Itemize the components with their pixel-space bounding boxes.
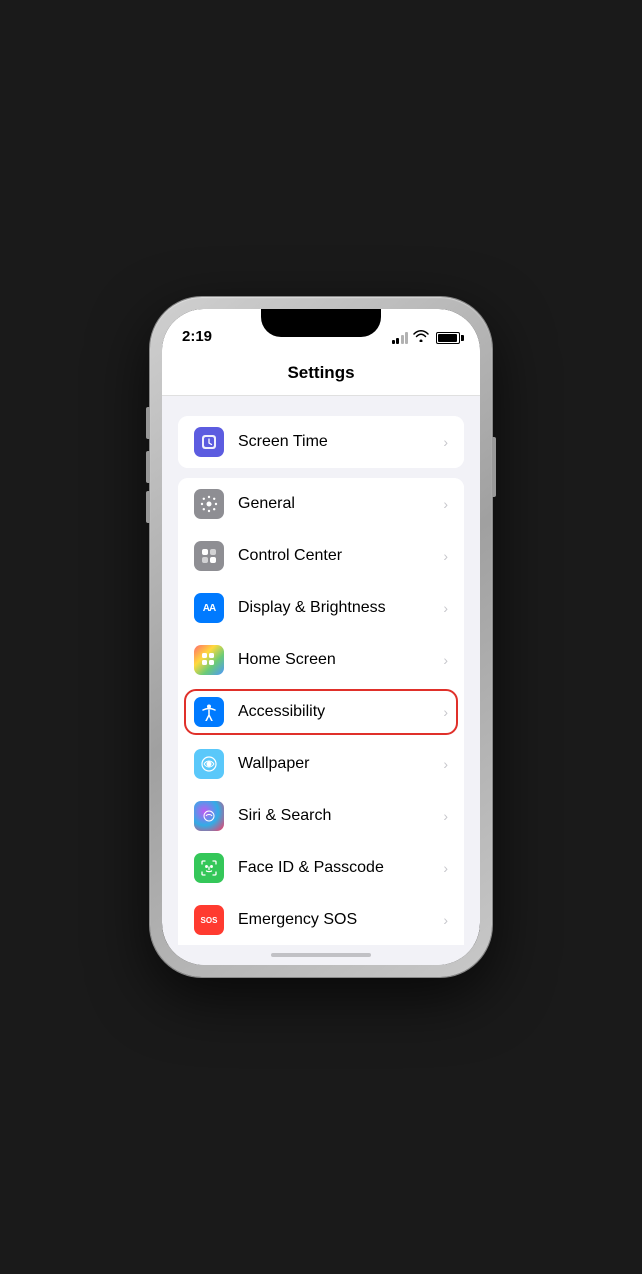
general-chevron: › — [443, 496, 448, 512]
settings-row-siri[interactable]: Siri & Search › — [178, 790, 464, 842]
settings-row-display[interactable]: AA Display & Brightness › — [178, 582, 464, 634]
settings-row-face-id[interactable]: Face ID & Passcode › — [178, 842, 464, 894]
siri-chevron: › — [443, 808, 448, 824]
emergency-sos-label: Emergency SOS — [238, 911, 443, 929]
emergency-sos-icon: SOS — [194, 905, 224, 935]
home-screen-chevron: › — [443, 652, 448, 668]
settings-row-general[interactable]: General › — [178, 478, 464, 530]
home-screen-icon — [194, 645, 224, 675]
siri-icon — [194, 801, 224, 831]
display-icon: AA — [194, 593, 224, 623]
navigation-bar: Settings — [162, 353, 480, 396]
settings-row-control-center[interactable]: Control Center › — [178, 530, 464, 582]
accessibility-icon — [194, 697, 224, 727]
siri-label: Siri & Search — [238, 807, 443, 825]
settings-row-wallpaper[interactable]: Wallpaper › — [178, 738, 464, 790]
settings-content[interactable]: Screen Time › — [162, 396, 480, 945]
page-title: Settings — [287, 363, 354, 382]
control-center-icon — [194, 541, 224, 571]
wifi-icon — [413, 330, 429, 345]
wallpaper-label: Wallpaper — [238, 755, 443, 773]
settings-row-emergency-sos[interactable]: SOS Emergency SOS › — [178, 894, 464, 945]
face-id-icon — [194, 853, 224, 883]
display-chevron: › — [443, 600, 448, 616]
screen-time-icon — [194, 427, 224, 457]
settings-group-screen-time: Screen Time › — [178, 416, 464, 468]
accessibility-label: Accessibility — [238, 703, 443, 721]
settings-row-accessibility[interactable]: Accessibility › — [178, 686, 464, 738]
screen: 2:19 Settings — [162, 309, 480, 965]
signal-icon — [392, 332, 409, 344]
battery-status-icon — [436, 332, 460, 344]
status-icons — [392, 330, 461, 345]
phone-inner: 2:19 Settings — [162, 309, 480, 965]
general-icon — [194, 489, 224, 519]
general-label: General — [238, 495, 443, 513]
settings-row-home-screen[interactable]: Home Screen › — [178, 634, 464, 686]
home-screen-label: Home Screen — [238, 651, 443, 669]
wallpaper-chevron: › — [443, 756, 448, 772]
notch — [261, 309, 381, 337]
face-id-chevron: › — [443, 860, 448, 876]
status-time: 2:19 — [182, 328, 212, 345]
screen-time-label: Screen Time — [238, 433, 443, 451]
control-center-label: Control Center — [238, 547, 443, 565]
settings-row-screen-time[interactable]: Screen Time › — [178, 416, 464, 468]
screen-time-chevron: › — [443, 434, 448, 450]
status-bar: 2:19 — [162, 309, 480, 353]
control-center-chevron: › — [443, 548, 448, 564]
display-label: Display & Brightness — [238, 599, 443, 617]
wallpaper-icon — [194, 749, 224, 779]
settings-group-general: General › Control — [178, 478, 464, 945]
phone-frame: 2:19 Settings — [150, 297, 492, 977]
face-id-label: Face ID & Passcode — [238, 859, 443, 877]
accessibility-chevron: › — [443, 704, 448, 720]
home-indicator — [271, 953, 371, 957]
emergency-sos-chevron: › — [443, 912, 448, 928]
